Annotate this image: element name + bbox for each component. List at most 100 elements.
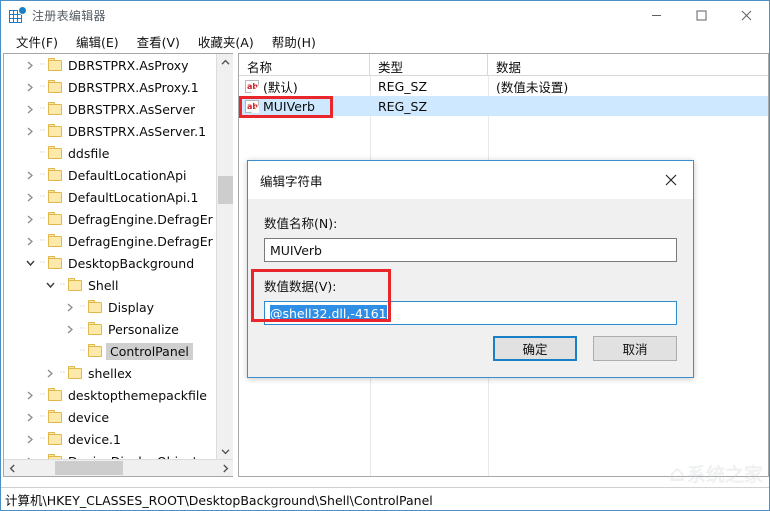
tree-item-dbrstprx-asserver[interactable]: ·· DBRSTPRX.AsServer (4, 98, 217, 120)
tree-item-label: DBRSTPRX.AsProxy (68, 57, 189, 73)
chevron-right-icon[interactable] (42, 362, 58, 384)
chevron-right-icon[interactable] (22, 186, 38, 208)
chevron-right-icon[interactable] (22, 164, 38, 186)
tree-item-ddsfile[interactable]: ·· ddsfile (4, 142, 217, 164)
chevron-down-icon[interactable] (22, 252, 38, 274)
tree-item-display[interactable]: ·· Display (4, 296, 217, 318)
dialog-buttons: 确定 取消 (493, 336, 677, 361)
menu-item-3[interactable]: 收藏夹(A) (189, 30, 263, 53)
folder-icon (87, 300, 103, 314)
value-data-label: 数值数据(V): (264, 279, 337, 294)
folder-icon (47, 58, 63, 72)
chevron-right-icon[interactable] (22, 230, 38, 252)
table-row[interactable]: ab MUIVerb REG_SZ (239, 96, 768, 116)
registry-editor-window: 注册表编辑器 文件(F) 编辑(E) 查看(V) 收藏夹(A) 帮助(H) ·· DBRS… (0, 0, 770, 511)
cell-type: REG_SZ (378, 78, 428, 94)
chevron-right-icon[interactable] (22, 208, 38, 230)
tree-item-desktopthemepackfile[interactable]: ·· desktopthemepackfile (4, 384, 217, 406)
dialog-title: 编辑字符串 (260, 173, 323, 189)
tree-item-device[interactable]: ·· device (4, 406, 217, 428)
tree-connector-dots: ·· (39, 81, 46, 92)
chevron-right-icon[interactable] (62, 296, 78, 318)
table-row[interactable]: ab (默认) REG_SZ (数值未设置) (239, 76, 768, 96)
tree-item-device-1[interactable]: ·· device.1 (4, 428, 217, 450)
chevron-right-icon[interactable] (22, 76, 38, 98)
scroll-up-icon[interactable] (217, 54, 233, 71)
edit-string-dialog: 编辑字符串 数值名称(N): MUIVerb 数值数据(V): @shell32… (247, 160, 694, 378)
window-title: 注册表编辑器 (32, 9, 106, 23)
chevron-right-icon[interactable] (22, 54, 38, 76)
tree-vertical-scrollbar[interactable] (216, 54, 233, 460)
value-name-label: 数值名称(N): (264, 216, 338, 231)
tree-item-defragengine-defrager[interactable]: ·· DefragEngine.DefragEr (4, 208, 217, 230)
menu-item-2[interactable]: 查看(V) (128, 30, 189, 53)
tree-item-defaultlocationapi-1[interactable]: ·· DefaultLocationApi.1 (4, 186, 217, 208)
tree-scroll-thumb[interactable] (218, 176, 233, 204)
chevron-right-icon[interactable] (22, 98, 38, 120)
tree-connector-dots: ·· (79, 345, 86, 356)
tree-connector-dots: ·· (79, 301, 86, 312)
cell-name: ab MUIVerb (239, 99, 370, 114)
tree-item-label: DefaultLocationApi.1 (68, 189, 199, 205)
folder-icon (47, 256, 63, 270)
tree-item-label: DefragEngine.DefragEr (68, 211, 213, 227)
chevron-right-icon[interactable] (22, 428, 38, 450)
close-button[interactable] (724, 1, 769, 30)
tree-connector-dots: ·· (39, 59, 46, 70)
chevron-right-icon[interactable] (62, 318, 78, 340)
column-header-name[interactable]: 名称 (239, 54, 370, 76)
tree-item-label: DBRSTPRX.AsProxy.1 (68, 79, 199, 95)
chevron-right-icon[interactable] (22, 406, 38, 428)
registry-editor-icon (9, 6, 26, 24)
tree-item-personalize[interactable]: ·· Personalize (4, 318, 217, 340)
string-value-icon: ab (245, 99, 259, 113)
menu-item-0[interactable]: 文件(F) (7, 30, 67, 53)
tree-item-shell[interactable]: ·· Shell (4, 274, 217, 296)
tree-item-label: device.1 (68, 431, 121, 447)
menu-item-4[interactable]: 帮助(H) (263, 30, 325, 53)
maximize-button[interactable] (679, 1, 724, 30)
minimize-button[interactable] (634, 1, 679, 30)
tree-horizontal-scrollbar[interactable] (4, 459, 233, 476)
tree-item-controlpanel[interactable]: ·· ControlPanel (4, 340, 217, 362)
tree-item-label: desktopthemepackfile (68, 387, 207, 403)
folder-icon (67, 366, 83, 380)
tree-item-label: ControlPanel (106, 342, 193, 360)
chevron-right-icon[interactable] (22, 120, 38, 142)
tree-item-defragengine-defrager[interactable]: ·· DefragEngine.DefragEr (4, 230, 217, 252)
chevron-down-icon[interactable] (42, 274, 58, 296)
tree-connector-dots: ·· (39, 213, 46, 224)
registry-path: 计算机\HKEY_CLASSES_ROOT\DesktopBackground\… (5, 492, 433, 508)
status-bar: 计算机\HKEY_CLASSES_ROOT\DesktopBackground\… (1, 487, 769, 510)
value-name-input[interactable]: MUIVerb (264, 238, 677, 262)
tree-item-desktopbackground[interactable]: ·· DesktopBackground (4, 252, 217, 274)
scroll-right-icon[interactable] (217, 460, 233, 476)
scroll-left-icon[interactable] (4, 460, 21, 476)
tree-item-shellex[interactable]: ·· shellex (4, 362, 217, 384)
folder-icon (47, 410, 63, 424)
tree-item-label: Personalize (108, 321, 179, 337)
tree-item-label: Display (108, 299, 155, 315)
value-data-input[interactable]: @shell32.dll,-4161 (264, 301, 677, 325)
tree-hscroll-thumb[interactable] (55, 461, 123, 475)
column-header-type[interactable]: 类型 (370, 54, 488, 76)
tree-item-label: ddsfile (68, 145, 110, 161)
tree-item-label: DBRSTPRX.AsServer.1 (68, 123, 207, 139)
menu-item-1[interactable]: 编辑(E) (67, 30, 128, 53)
column-header-data[interactable]: 数据 (488, 54, 768, 76)
tree-item-defaultlocationapi[interactable]: ·· DefaultLocationApi (4, 164, 217, 186)
folder-icon (47, 80, 63, 94)
value-name-text: MUIVerb (270, 242, 322, 258)
values-list[interactable]: ab (默认) REG_SZ (数值未设置) ab MUIVerb REG_SZ (239, 76, 768, 116)
scroll-down-icon[interactable] (217, 443, 233, 460)
dialog-close-button[interactable] (649, 161, 693, 199)
chevron-right-icon[interactable] (22, 384, 38, 406)
tree-item-dbrstprx-asproxy[interactable]: ·· DBRSTPRX.AsProxy (4, 54, 217, 76)
registry-tree[interactable]: ·· DBRSTPRX.AsProxy ·· DBRSTPRX.AsProxy.1 ··… (4, 54, 217, 460)
tree-item-dbrstprx-asproxy-1[interactable]: ·· DBRSTPRX.AsProxy.1 (4, 76, 217, 98)
tree-connector-dots: ·· (39, 191, 46, 202)
tree-item-dbrstprx-asserver-1[interactable]: ·· DBRSTPRX.AsServer.1 (4, 120, 217, 142)
cancel-button[interactable]: 取消 (593, 336, 677, 361)
registry-tree-pane[interactable]: ·· DBRSTPRX.AsProxy ·· DBRSTPRX.AsProxy.1 ··… (3, 53, 233, 477)
ok-button[interactable]: 确定 (493, 336, 577, 361)
